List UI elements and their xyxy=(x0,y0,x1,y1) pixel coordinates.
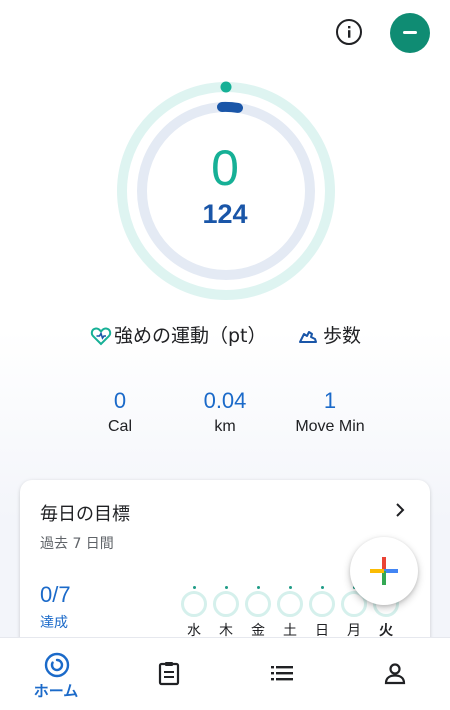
daily-goals-subtitle: 過去 7 日間 xyxy=(40,536,114,552)
plus-icon xyxy=(370,557,398,585)
nav-home[interactable]: ホーム xyxy=(0,638,112,710)
chevron-right-icon[interactable] xyxy=(392,500,408,520)
nav-journal[interactable] xyxy=(112,638,224,710)
home-rings-icon xyxy=(44,652,70,678)
day-dot xyxy=(256,586,260,589)
move-minutes-value: 1 xyxy=(323,388,337,413)
heart-points-label: 強めの運動（pt） xyxy=(114,325,267,347)
clipboard-icon xyxy=(158,662,180,686)
avatar-dash xyxy=(403,31,417,34)
day-ring xyxy=(181,591,207,617)
calories-label: Cal xyxy=(107,418,132,435)
calories-stat: 0 Cal xyxy=(80,388,160,438)
list-icon xyxy=(271,666,293,681)
day-dot xyxy=(288,586,292,589)
info-icon[interactable] xyxy=(336,19,362,45)
person-icon xyxy=(384,663,406,685)
steps-ring-progress xyxy=(217,101,243,113)
nav-home-label: ホーム xyxy=(33,682,79,700)
day-wed: 水 xyxy=(180,586,208,639)
day-ring xyxy=(245,591,271,617)
day-dot xyxy=(224,586,228,589)
move-minutes-label: Move Min xyxy=(295,418,365,435)
steps-label: 歩数 xyxy=(323,325,362,347)
distance-label: km xyxy=(214,418,236,435)
day-fri: 金 xyxy=(244,586,272,639)
daily-goals-title: 毎日の目標 xyxy=(40,504,130,525)
day-dot xyxy=(320,586,324,589)
day-ring xyxy=(277,591,303,617)
day-ring xyxy=(309,591,335,617)
nav-profile[interactable] xyxy=(338,638,450,710)
day-dot xyxy=(192,586,196,589)
day-sat: 土 xyxy=(276,586,304,639)
day-thu: 木 xyxy=(212,586,240,639)
bottom-navigation: ホーム xyxy=(0,637,450,710)
move-minutes-stat: 1 Move Min xyxy=(280,388,380,438)
day-ring xyxy=(213,591,239,617)
nav-browse[interactable] xyxy=(225,638,337,710)
shoe-icon xyxy=(299,331,317,343)
distance-stat: 0.04 km xyxy=(185,388,265,438)
heart-points-value: 0 xyxy=(211,140,239,196)
avatar-icon[interactable] xyxy=(390,13,430,53)
add-fab-button[interactable] xyxy=(350,537,418,605)
goals-achieved-value: 0/7 xyxy=(40,582,71,607)
goals-achieved-label: 達成 xyxy=(40,615,68,631)
distance-value: 0.04 xyxy=(203,388,247,413)
heart-points-ring-cap xyxy=(220,81,232,93)
heart-icon xyxy=(90,327,112,346)
calories-value: 0 xyxy=(113,388,127,413)
day-sun: 日 xyxy=(308,586,336,639)
steps-value: 124 xyxy=(202,199,248,229)
